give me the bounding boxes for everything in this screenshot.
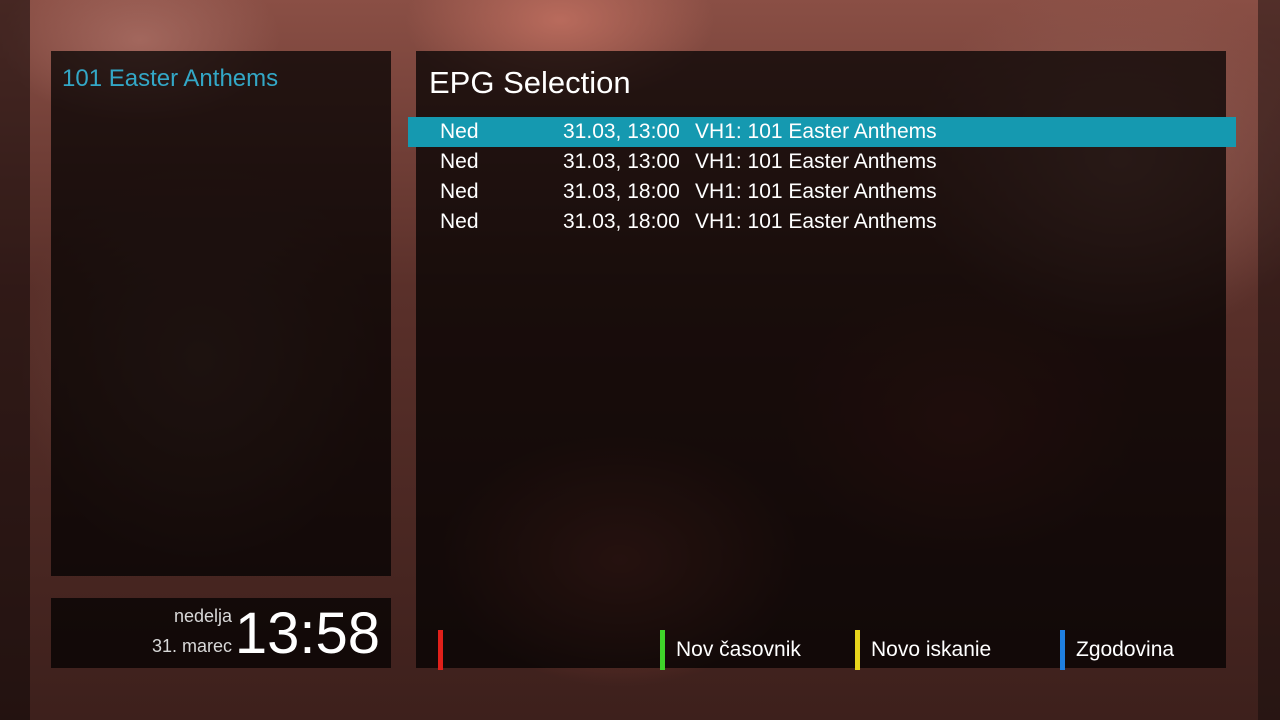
epg-datetime: 31.03, 18:00: [563, 180, 680, 203]
yellow-key-label: Novo iskanie: [871, 638, 992, 661]
epg-datetime: 31.03, 13:00: [563, 150, 680, 173]
epg-event-list[interactable]: Ned 31.03, 13:00 VH1: 101 Easter Anthems…: [408, 117, 1236, 237]
epg-event-name: VH1: 101 Easter Anthems: [695, 120, 937, 143]
epg-event-name: VH1: 101 Easter Anthems: [695, 150, 937, 173]
blue-key-label: Zgodovina: [1076, 638, 1175, 661]
epg-day: Ned: [440, 210, 479, 233]
epg-datetime: 31.03, 13:00: [563, 120, 680, 143]
green-key-icon: [660, 630, 665, 670]
epg-day: Ned: [440, 120, 479, 143]
clock-time: 13:58: [234, 601, 380, 666]
epg-event-name: VH1: 101 Easter Anthems: [695, 180, 937, 203]
epg-day: Ned: [440, 150, 479, 173]
epg-row[interactable]: Ned 31.03, 18:00 VH1: 101 Easter Anthems: [408, 177, 1236, 207]
epg-event-name: VH1: 101 Easter Anthems: [695, 210, 937, 233]
clock-panel: nedelja 31. marec 13:58: [51, 598, 391, 668]
epg-day: Ned: [440, 180, 479, 203]
event-title: 101 Easter Anthems: [62, 65, 279, 92]
event-info-panel: 101 Easter Anthems: [51, 51, 391, 576]
epg-row-selected[interactable]: Ned 31.03, 13:00 VH1: 101 Easter Anthems: [408, 117, 1236, 147]
red-key-icon: [438, 630, 443, 670]
clock-date: 31. marec: [151, 636, 232, 656]
page-title: EPG Selection: [429, 65, 631, 100]
green-key-label: Nov časovnik: [676, 638, 801, 661]
epg-row[interactable]: Ned 31.03, 13:00 VH1: 101 Easter Anthems: [408, 147, 1236, 177]
blue-key-icon: [1060, 630, 1065, 670]
clock-weekday: nedelja: [173, 606, 232, 626]
yellow-key-icon: [855, 630, 860, 670]
epg-datetime: 31.03, 18:00: [563, 210, 680, 233]
epg-row[interactable]: Ned 31.03, 18:00 VH1: 101 Easter Anthems: [408, 207, 1236, 237]
